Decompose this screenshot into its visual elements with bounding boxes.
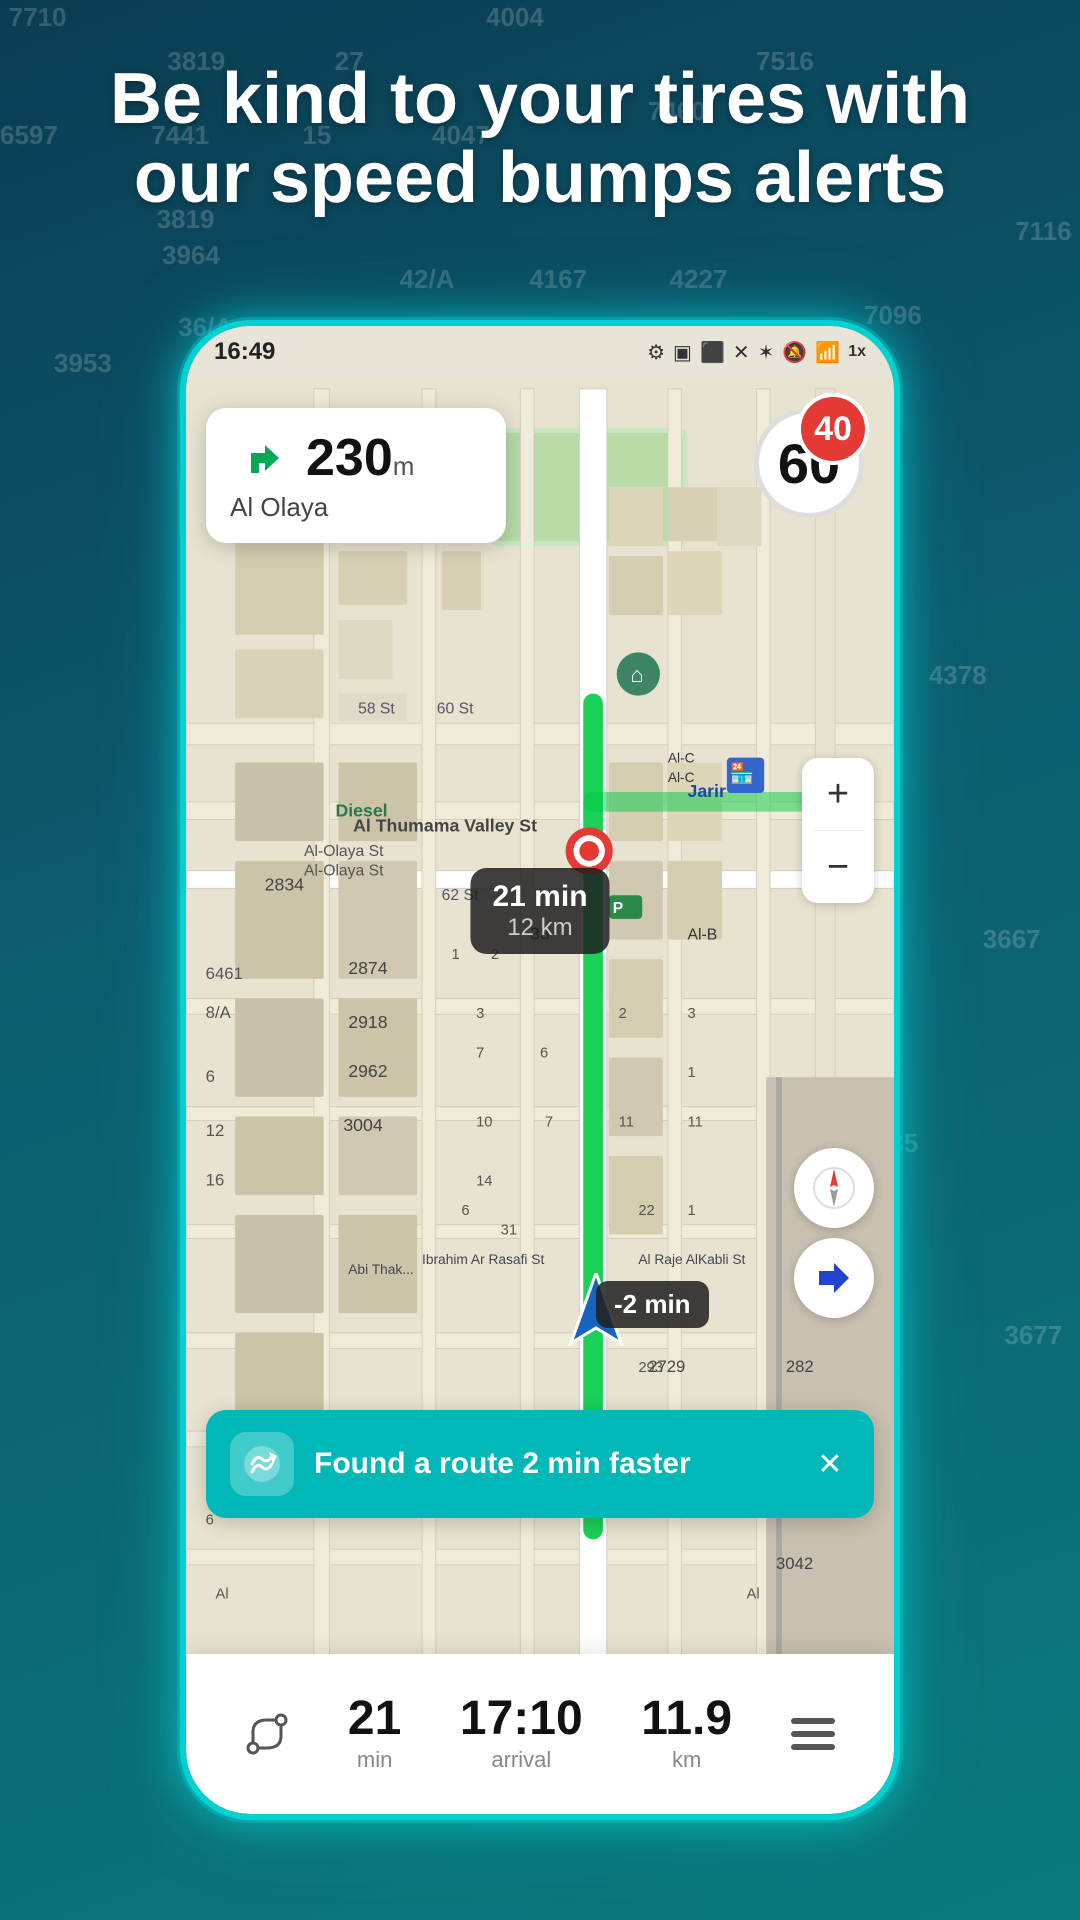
svg-text:2834: 2834 — [265, 874, 305, 894]
eta-time: 21 min — [492, 880, 587, 914]
notification-close-button[interactable]: ✕ — [810, 1444, 850, 1484]
svg-text:16: 16 — [206, 1170, 225, 1189]
distance-display: 11.9 km — [641, 1695, 732, 1773]
svg-text:2962: 2962 — [348, 1061, 387, 1081]
svg-text:6: 6 — [206, 1067, 215, 1086]
svg-text:1: 1 — [688, 1203, 696, 1219]
svg-text:Al: Al — [747, 1586, 760, 1602]
svg-text:P: P — [613, 900, 623, 917]
nav-street: Al Olaya — [230, 492, 482, 523]
menu-button[interactable] — [791, 1716, 835, 1752]
phone-frame: 16:49 ⚙ ▣ ⬛ ✕ ✶ 🔕 📶 1x — [180, 320, 900, 1820]
notification-text: Found a route 2 min faster — [314, 1447, 810, 1481]
svg-text:2: 2 — [619, 1006, 627, 1022]
status-bar: 16:49 ⚙ ▣ ⬛ ✕ ✶ 🔕 📶 1x — [186, 326, 894, 378]
status-icons: ⚙ ▣ ⬛ ✕ ✶ 🔕 📶 1x — [647, 340, 866, 365]
nav-instruction-card: 230m Al Olaya — [206, 408, 506, 543]
svg-text:Al Raje AlKabli St: Al Raje AlKabli St — [638, 1252, 745, 1267]
notification-banner: Found a route 2 min faster ✕ — [206, 1410, 874, 1518]
turn-arrow-icon — [230, 428, 290, 488]
svg-text:Diesel: Diesel — [335, 801, 387, 821]
svg-text:3042: 3042 — [776, 1554, 813, 1573]
nav-distance: 230 — [306, 429, 393, 487]
svg-text:3004: 3004 — [343, 1115, 383, 1135]
distance-unit: km — [672, 1747, 701, 1773]
svg-text:31: 31 — [501, 1223, 517, 1239]
hero-line1: Be kind to your tires with — [60, 60, 1020, 139]
arrival-label: arrival — [491, 1747, 551, 1773]
svg-text:6: 6 — [206, 1513, 214, 1529]
screen-icon: ⬛ — [700, 340, 725, 365]
svg-text:11: 11 — [619, 1114, 634, 1130]
svg-text:3: 3 — [688, 1006, 696, 1022]
arrival-display: 17:10 arrival — [460, 1695, 583, 1773]
hero-text: Be kind to your tires with our speed bum… — [0, 60, 1080, 218]
bottom-bar: 21 min 17:10 arrival 11.9 km — [186, 1654, 894, 1814]
notif-route-icon — [230, 1432, 294, 1496]
svg-text:2874: 2874 — [348, 958, 388, 978]
svg-text:60 St: 60 St — [437, 700, 474, 717]
svg-text:6: 6 — [540, 1046, 548, 1062]
svg-text:Al-C: Al-C — [668, 770, 695, 785]
svg-text:282: 282 — [786, 1357, 814, 1376]
svg-text:Al-Olaya St: Al-Olaya St — [304, 863, 384, 880]
svg-text:Al-Olaya St: Al-Olaya St — [304, 843, 384, 860]
eta-distance: 12 km — [492, 914, 587, 942]
svg-text:12: 12 — [206, 1121, 225, 1140]
svg-text:2918: 2918 — [348, 1012, 388, 1032]
svg-text:7: 7 — [476, 1046, 484, 1062]
svg-text:6461: 6461 — [206, 964, 243, 983]
hamburger-icon — [791, 1716, 835, 1752]
svg-text:1: 1 — [452, 947, 460, 963]
data-icon: 1x — [848, 343, 866, 361]
speed-display: 40 60 — [754, 408, 864, 518]
svg-text:8/A: 8/A — [206, 1003, 232, 1022]
zoom-out-button[interactable]: − — [802, 831, 874, 903]
current-speed: 40 60 — [754, 408, 864, 518]
svg-text:2729: 2729 — [648, 1357, 685, 1376]
svg-text:7: 7 — [545, 1114, 553, 1130]
settings-icon: ⚙ — [647, 340, 665, 365]
zoom-controls: + − — [802, 758, 874, 903]
route-icon — [245, 1712, 289, 1756]
eta-badge: 21 min 12 km — [470, 868, 609, 954]
status-time: 16:49 — [214, 338, 275, 366]
svg-text:10: 10 — [476, 1114, 492, 1130]
svg-text:Abi Thak...: Abi Thak... — [348, 1262, 413, 1277]
svg-text:⌂: ⌂ — [630, 662, 643, 687]
hero-line2: our speed bumps alerts — [60, 139, 1020, 218]
route-options-button[interactable] — [245, 1712, 289, 1756]
svg-text:Al-C: Al-C — [668, 751, 695, 766]
time-saving-badge: -2 min — [596, 1281, 709, 1328]
svg-text:Al-B: Al-B — [688, 927, 718, 944]
duration-display: 21 min — [348, 1695, 401, 1773]
zoom-in-button[interactable]: + — [802, 758, 874, 830]
svg-text:🏪: 🏪 — [730, 762, 754, 785]
bluetooth-icon: ✶ — [758, 340, 775, 365]
svg-text:1: 1 — [688, 1065, 696, 1081]
map-area: 58 St 60 St 62 St Al Thumama Valley St A… — [186, 378, 894, 1678]
nav-unit: m — [393, 451, 415, 481]
navigate-forward-button[interactable] — [794, 1238, 874, 1318]
svg-text:Al: Al — [216, 1586, 229, 1602]
svg-text:11: 11 — [688, 1114, 703, 1130]
svg-text:Ibrahim Ar Rasafi St: Ibrahim Ar Rasafi St — [422, 1252, 544, 1267]
close-icon: ✕ — [733, 340, 750, 365]
duration-label: min — [357, 1747, 392, 1773]
svg-text:22: 22 — [638, 1203, 654, 1219]
wifi-icon: 📶 — [815, 340, 840, 365]
distance-value: 11.9 — [641, 1695, 732, 1743]
duration-value: 21 — [348, 1695, 401, 1743]
svg-text:14: 14 — [476, 1173, 492, 1189]
svg-text:3: 3 — [476, 1006, 484, 1022]
mute-icon: 🔕 — [782, 340, 807, 365]
svg-text:58 St: 58 St — [358, 700, 395, 717]
camera-icon: ▣ — [673, 340, 692, 365]
svg-text:6: 6 — [461, 1203, 469, 1219]
arrival-time: 17:10 — [460, 1695, 583, 1743]
speed-limit-badge: 40 — [797, 393, 869, 465]
compass-button[interactable] — [794, 1148, 874, 1228]
